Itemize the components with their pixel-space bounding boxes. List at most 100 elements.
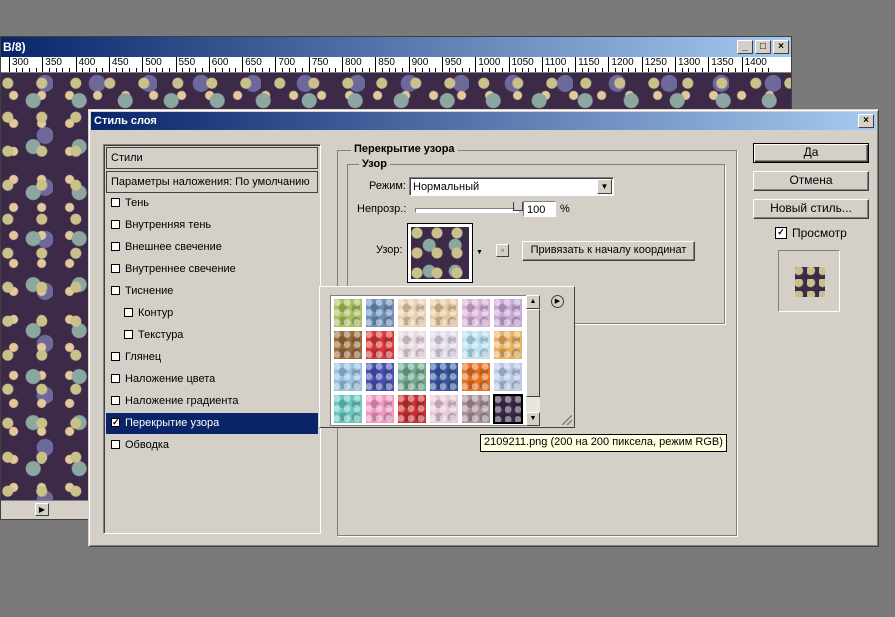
style-item-label: Внутреннее свечение <box>125 263 236 275</box>
ruler-tick-label: 350 <box>42 57 62 72</box>
group-title: Узор <box>359 158 390 170</box>
ruler-minor-tick <box>721 68 723 72</box>
styles-list: Стили Параметры наложения: По умолчанию … <box>103 144 321 534</box>
pattern-swatch[interactable] <box>407 223 473 283</box>
ruler-minor-tick <box>162 68 164 72</box>
blend-mode-select[interactable]: Нормальный ▼ <box>409 177 614 196</box>
dialog-title-bar[interactable]: Стиль слоя × <box>91 112 876 130</box>
checkbox-icon[interactable] <box>111 264 120 273</box>
ruler-tick-label: 900 <box>408 57 428 72</box>
pattern-swatch-item[interactable] <box>461 298 491 328</box>
ruler-minor-tick <box>468 68 470 72</box>
minimize-icon[interactable]: _ <box>737 40 753 54</box>
pattern-swatch-item[interactable] <box>333 362 363 392</box>
pattern-swatch-item[interactable] <box>493 362 523 392</box>
scrollbar-thumb[interactable] <box>526 309 540 397</box>
pattern-swatch-item[interactable] <box>461 394 491 424</box>
style-item[interactable]: Наложение цвета <box>106 369 318 390</box>
ruler-minor-tick <box>195 68 197 72</box>
pattern-swatch-item[interactable] <box>333 394 363 424</box>
picker-menu-icon[interactable]: ▶ <box>551 295 564 308</box>
document-title-bar[interactable]: B/8) _ □ × <box>1 37 791 57</box>
checkbox-icon[interactable] <box>124 308 133 317</box>
style-item[interactable]: ✓ Перекрытие узора <box>106 413 318 434</box>
ruler-minor-tick <box>515 68 517 72</box>
pattern-swatch-item[interactable] <box>493 298 523 328</box>
pattern-swatch-item[interactable] <box>397 330 427 360</box>
checkbox-icon[interactable] <box>111 374 120 383</box>
blending-options-header[interactable]: Параметры наложения: По умолчанию <box>106 171 318 193</box>
style-item[interactable]: Тиснение <box>106 281 318 302</box>
ruler-minor-tick <box>581 68 583 72</box>
pattern-swatch-item[interactable] <box>397 394 427 424</box>
pattern-swatch-item[interactable] <box>365 298 395 328</box>
pattern-swatch-item[interactable] <box>365 394 395 424</box>
pattern-swatch-item[interactable] <box>429 298 459 328</box>
picker-scrollbar[interactable]: ▲ ▼ <box>526 295 540 426</box>
checkbox-icon[interactable] <box>124 330 133 339</box>
pattern-swatch-item[interactable] <box>397 298 427 328</box>
style-item[interactable]: Внутреннее свечение <box>106 259 318 280</box>
checkbox-icon[interactable] <box>111 220 120 229</box>
new-style-button[interactable]: Новый стиль... <box>753 199 869 219</box>
checkbox-icon[interactable] <box>111 396 120 405</box>
style-item[interactable]: Тень <box>106 193 318 214</box>
pattern-swatch-item[interactable] <box>429 394 459 424</box>
style-item[interactable]: Внутренняя тень <box>106 215 318 236</box>
horizontal-ruler: 300 350 400 450 500 550 600 650 700 750 800 850 900 9… <box>1 57 791 73</box>
scroll-up-icon[interactable]: ▲ <box>526 295 540 309</box>
new-preset-icon[interactable]: ▫ <box>496 244 509 257</box>
snap-to-origin-button[interactable]: Привязать к началу координат <box>522 241 695 261</box>
opacity-input[interactable]: 100 <box>523 201 556 217</box>
style-item[interactable]: Наложение градиента <box>106 391 318 412</box>
pattern-swatch-item[interactable] <box>461 330 491 360</box>
checkbox-icon[interactable] <box>111 352 120 361</box>
ruler-minor-tick <box>688 68 690 72</box>
blending-options-label: Параметры наложения: По умолчанию <box>111 176 310 188</box>
maximize-icon[interactable]: □ <box>755 40 771 54</box>
pattern-dropdown-icon[interactable]: ▼ <box>473 223 486 283</box>
style-item[interactable]: Глянец <box>106 347 318 368</box>
cancel-button[interactable]: Отмена <box>753 171 869 191</box>
opacity-slider-thumb[interactable] <box>513 202 523 211</box>
checkbox-icon[interactable] <box>111 286 120 295</box>
preview-label: Просмотр <box>792 226 847 240</box>
pattern-thumbnail <box>411 227 469 279</box>
ruler-minor-tick <box>135 68 137 72</box>
style-preview <box>778 250 840 312</box>
pattern-swatch-item[interactable] <box>333 330 363 360</box>
style-item[interactable]: Контур <box>106 303 318 324</box>
ruler-minor-tick <box>601 68 603 72</box>
pattern-swatch-item[interactable] <box>429 362 459 392</box>
ok-button[interactable]: Да <box>753 143 869 163</box>
style-item[interactable]: Обводка <box>106 435 318 456</box>
pattern-swatch-item[interactable] <box>429 330 459 360</box>
pattern-swatch-item[interactable] <box>365 362 395 392</box>
checkbox-icon[interactable] <box>111 198 120 207</box>
close-icon[interactable]: × <box>773 40 789 54</box>
checkbox-icon[interactable] <box>111 242 120 251</box>
style-item[interactable]: Внешнее свечение <box>106 237 318 258</box>
pattern-swatch-item[interactable] <box>365 330 395 360</box>
pattern-swatch-item[interactable] <box>397 362 427 392</box>
styles-header[interactable]: Стили <box>106 147 318 169</box>
ruler-minor-tick <box>62 68 64 72</box>
opacity-slider[interactable] <box>415 202 523 213</box>
pattern-swatch-item[interactable] <box>493 394 523 424</box>
pattern-swatch-item[interactable] <box>461 362 491 392</box>
pattern-swatch-item[interactable] <box>493 330 523 360</box>
dialog-close-icon[interactable]: × <box>858 114 874 128</box>
chevron-down-icon[interactable]: ▼ <box>597 179 612 194</box>
style-item-label: Контур <box>138 307 174 319</box>
ruler-tick-label: 600 <box>208 57 228 72</box>
checkbox-checked-icon[interactable]: ✓ <box>111 418 120 427</box>
resize-grip-icon[interactable] <box>562 415 572 425</box>
style-item[interactable]: Текстура <box>106 325 318 346</box>
scroll-down-icon[interactable]: ▼ <box>526 412 540 426</box>
checkbox-icon[interactable] <box>111 440 120 449</box>
pattern-swatch-item[interactable] <box>333 298 363 328</box>
scroll-right-icon[interactable]: ▶ <box>35 503 49 516</box>
ruler-minor-tick <box>348 68 350 72</box>
preview-checkbox[interactable]: ✓ <box>775 227 787 239</box>
ruler-minor-tick <box>255 68 257 72</box>
